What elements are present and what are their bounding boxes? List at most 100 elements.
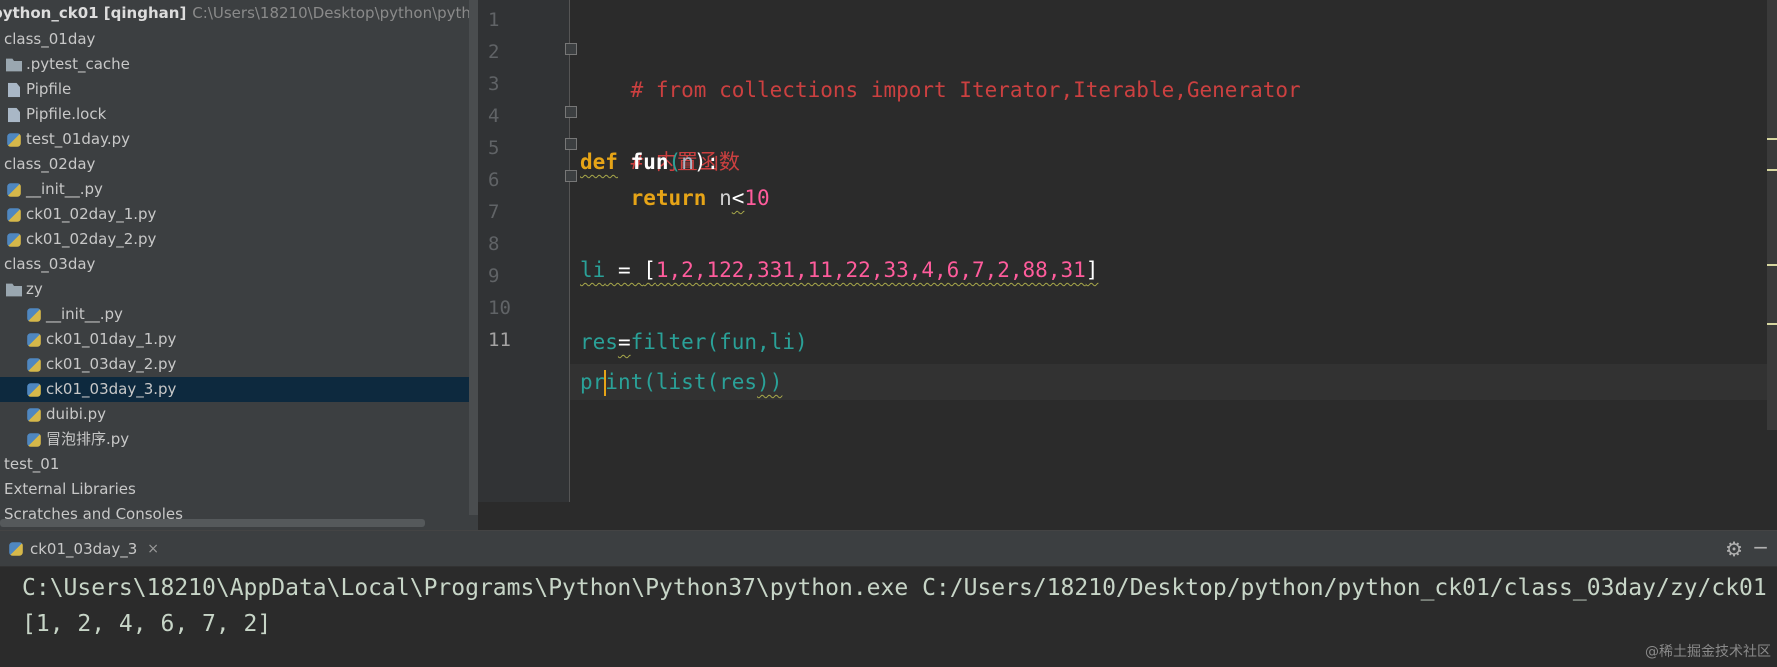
console-command-line: C:\Users\18210\AppData\Local\Programs\Py… (22, 575, 1767, 601)
tree-item[interactable]: External Libraries (0, 477, 470, 502)
python-file-icon (7, 133, 21, 147)
scroll-warning-mark[interactable] (1767, 169, 1777, 171)
tree-item[interactable]: class_02day (0, 152, 470, 177)
code-comment: # from collections import Iterator,Itera… (630, 78, 1301, 102)
tree-item[interactable]: ck01_03day_2.py (0, 352, 470, 377)
paren: )) (757, 370, 783, 394)
python-file-icon (7, 233, 21, 247)
project-path: C:\Users\18210\Desktop\python\python_ck0… (192, 4, 478, 22)
tree-item[interactable]: duibi.py (0, 402, 470, 427)
tree-item[interactable]: ck01_02day_2.py (0, 227, 470, 252)
variable-li: li (580, 258, 606, 282)
paren: ( (706, 330, 720, 354)
project-tree: class_01day .pytest_cache Pipfile Pipfile.l… (0, 27, 470, 527)
tree-item[interactable]: class_03day (0, 252, 470, 277)
line-number: 1 (488, 9, 500, 31)
fold-marker-icon[interactable] (565, 170, 577, 182)
tree-item[interactable]: test_01 (0, 452, 470, 477)
code-line-5[interactable]: def fun(n): (580, 144, 719, 180)
project-header[interactable]: python_ck01 [qinghan] C:\Users\18210\Desk… (0, 0, 478, 27)
tree-item-label: ck01_02day_2.py (26, 230, 157, 248)
tree-item[interactable]: ck01_01day_1.py (0, 327, 470, 352)
tree-item[interactable]: test_01day.py (0, 127, 470, 152)
run-tab-bar: ck01_03day_3 × ⚙ − (0, 531, 1777, 567)
scroll-warning-mark[interactable] (1767, 264, 1777, 266)
builtin-filter: filter (630, 330, 707, 354)
folder-icon (6, 58, 22, 72)
bracket-close: ] (1085, 258, 1099, 282)
keyword-def: def (580, 150, 618, 174)
tree-item[interactable]: ck01_02day_1.py (0, 202, 470, 227)
tree-item-label: ck01_02day_1.py (26, 205, 157, 223)
line-number: 10 (488, 297, 511, 319)
builtin-print-b: int (605, 370, 644, 394)
console-output-line: [1, 2, 4, 6, 7, 2] (22, 611, 272, 637)
fold-marker-icon[interactable] (565, 106, 577, 118)
tree-item[interactable]: Pipfile.lock (0, 102, 470, 127)
param: n (681, 150, 694, 174)
python-file-icon (7, 208, 21, 222)
gear-icon[interactable]: ⚙ (1725, 537, 1743, 561)
sidebar-vertical-scrollbar[interactable] (469, 0, 478, 515)
minimize-icon[interactable]: − (1752, 535, 1769, 559)
paren-close: ): (693, 150, 720, 174)
tree-item-label: test_01day.py (26, 130, 131, 148)
line-number-gutter: 1 2 3 4 5 6 7 8 9 10 11 (478, 0, 570, 502)
tree-item[interactable]: .pytest_cache (0, 52, 470, 77)
builtin-print-a: pr (580, 370, 606, 394)
scroll-warning-mark[interactable] (1767, 138, 1777, 140)
operator: < (731, 186, 745, 210)
tree-item-label: ck01_03day_2.py (46, 355, 177, 373)
tree-item[interactable]: zy (0, 277, 470, 302)
close-icon[interactable]: × (147, 541, 159, 557)
tree-item-label: .pytest_cache (26, 55, 130, 73)
line-number: 2 (488, 41, 500, 63)
assign: = (605, 258, 644, 282)
code-line-4[interactable]: # 内置函数 (580, 108, 740, 174)
line-number: 9 (488, 265, 500, 287)
fold-marker-icon[interactable] (565, 138, 577, 150)
bracket-open: [ (643, 258, 656, 282)
python-file-icon (27, 308, 41, 322)
fold-marker-icon[interactable] (565, 43, 577, 55)
paren: ) (794, 330, 808, 354)
sidebar-horizontal-scrollbar[interactable] (0, 519, 425, 527)
file-icon (8, 82, 20, 98)
run-tab-label: ck01_03day_3 (30, 540, 138, 558)
tree-item[interactable]: 冒泡排序.py (0, 427, 470, 452)
code-editor[interactable]: 1 2 3 4 5 6 7 8 9 10 11 # from collections import … (478, 0, 1777, 502)
tree-item-label: __init__.py (26, 180, 103, 198)
tree-item[interactable]: Pipfile (0, 77, 470, 102)
tree-item[interactable]: __init__.py (0, 302, 470, 327)
tree-item-label: class_01day (4, 30, 96, 48)
editor-vertical-scrollbar[interactable] (1767, 0, 1777, 430)
line-number: 3 (488, 73, 500, 95)
tree-item-label: class_02day (4, 155, 96, 173)
run-tab[interactable]: ck01_03day_3 × (0, 531, 167, 567)
keyword-return: return (630, 186, 707, 210)
tree-item-label: zy (26, 280, 43, 298)
project-name: python_ck01 [qinghan] (0, 4, 187, 22)
tree-item-label: ck01_03day_3.py (46, 380, 177, 398)
line-number: 11 (488, 329, 511, 351)
tree-item-label: Pipfile (26, 80, 72, 98)
variable-res: res (580, 330, 618, 354)
tree-item[interactable]: ck01_03day_3.py (0, 377, 470, 402)
code-line-11[interactable]: print(list(res)) (580, 364, 782, 400)
run-panel: ck01_03day_3 × ⚙ − C:\Users\18210\AppDat… (0, 530, 1777, 667)
code-line-8[interactable]: li = [1,2,122,331,11,22,33,4,6,7,2,88,31… (580, 252, 1098, 288)
paren: ( (668, 150, 682, 174)
code-line-10[interactable]: res=filter(fun,li) (580, 324, 808, 360)
tree-item[interactable]: class_01day (0, 27, 470, 52)
code-line-6[interactable]: return n<10 (580, 180, 770, 216)
line-number: 6 (488, 169, 500, 191)
tree-item-label: 冒泡排序.py (46, 430, 130, 448)
tree-item[interactable]: __init__.py (0, 177, 470, 202)
python-file-icon (9, 542, 23, 556)
tree-item-label: __init__.py (46, 305, 123, 323)
tree-item-label: External Libraries (4, 480, 136, 498)
tree-item-label: test_01 (4, 455, 60, 473)
scroll-warning-mark[interactable] (1767, 323, 1777, 325)
code-line-2[interactable]: # from collections import Iterator,Itera… (580, 36, 1301, 102)
python-file-icon (27, 408, 41, 422)
